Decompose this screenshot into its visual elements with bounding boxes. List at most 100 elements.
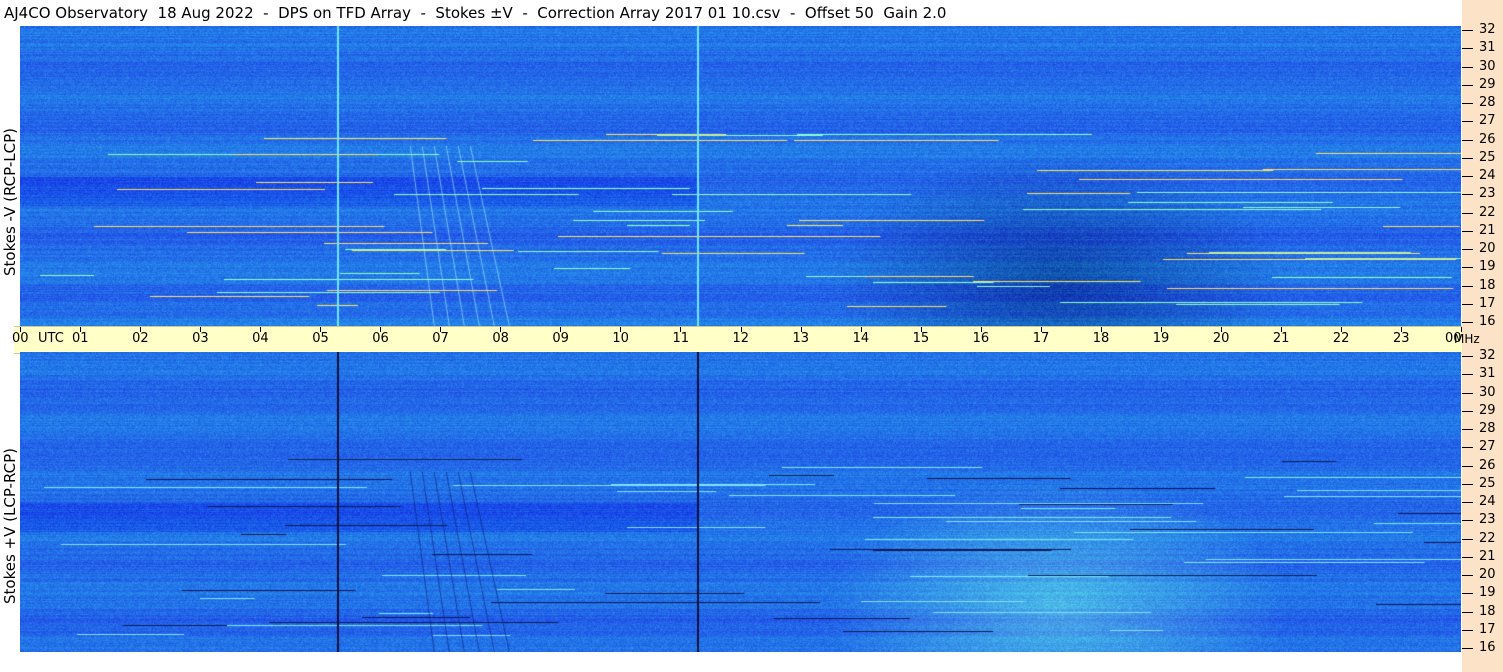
frequency-tick-mark — [1462, 611, 1473, 613]
time-tick-label: 23 — [1392, 331, 1410, 346]
frequency-tick-label: 28 — [1479, 95, 1496, 110]
frequency-tick-label: 16 — [1479, 640, 1496, 655]
chart-title: AJ4CO Observatory 18 Aug 2022 - DPS on T… — [4, 4, 947, 22]
frequency-tick-label: 17 — [1479, 295, 1496, 311]
time-tick-label: 01 — [72, 331, 89, 346]
frequency-tick-label: 18 — [1479, 603, 1496, 619]
time-tick-label: 09 — [552, 331, 569, 346]
frequency-tick-label: 24 — [1479, 494, 1496, 509]
frequency-tick-mark — [1462, 303, 1473, 305]
time-tick-label: 17 — [1032, 331, 1050, 346]
frequency-tick-mark — [1462, 629, 1473, 631]
time-tick-label: 08 — [492, 331, 509, 346]
frequency-tick-mark — [1462, 502, 1473, 503]
y-axis-label-top: Stokes -V (RCP-LCP) — [1, 128, 19, 276]
frequency-tick-label: 30 — [1479, 384, 1496, 400]
time-unit-label: UTC — [38, 331, 64, 346]
frequency-tick-mark — [1462, 356, 1473, 357]
time-tick-label: 21 — [1272, 331, 1290, 346]
frequency-tick-label: 29 — [1479, 402, 1496, 418]
y-axis-label-bottom: Stokes +V (LCP-RCP) — [1, 448, 19, 604]
frequency-tick-mark — [1462, 139, 1473, 141]
frequency-tick-mark — [1462, 121, 1473, 123]
time-tick-label: 13 — [792, 331, 810, 346]
frequency-tick-label: 31 — [1479, 366, 1496, 382]
frequency-tick-label: 23 — [1479, 186, 1496, 202]
frequency-tick-mark — [1462, 483, 1473, 485]
frequency-tick-mark — [1462, 520, 1473, 522]
time-tick-label: 10 — [612, 331, 629, 346]
frequency-tick-mark — [1462, 176, 1473, 177]
time-axis: 00 01 02 03 04 05 06 07 08 09 10 11 12 13 14 15 16 17 18 19… — [12, 326, 1462, 354]
frequency-tick-label: 26 — [1479, 131, 1496, 147]
time-tick-label: 06 — [372, 331, 389, 346]
time-tick-label: 22 — [1332, 331, 1350, 346]
frequency-tick-label: 22 — [1479, 204, 1496, 220]
frequency-tick-mark — [1462, 212, 1473, 214]
frequency-tick-mark — [1462, 285, 1473, 287]
frequency-tick-mark — [1462, 648, 1473, 649]
frequency-tick-mark — [1462, 103, 1473, 104]
time-tick-label: 07 — [432, 331, 449, 346]
frequency-tick-mark — [1462, 84, 1473, 86]
frequency-unit-label: MHz — [1454, 332, 1480, 346]
frequency-tick-label: 21 — [1479, 222, 1496, 238]
time-tick-label: 16 — [972, 331, 990, 346]
frequency-tick-mark — [1462, 593, 1473, 595]
frequency-tick-label: 25 — [1479, 149, 1496, 165]
spectrogram-top — [20, 26, 1461, 326]
spectrogram-bottom — [20, 352, 1461, 652]
time-tick-label: 03 — [192, 331, 209, 346]
frequency-tick-label: 20 — [1479, 241, 1496, 256]
frequency-tick-label: 26 — [1479, 457, 1496, 473]
frequency-tick-mark — [1462, 429, 1473, 430]
frequency-tick-label: 32 — [1479, 348, 1496, 363]
time-tick-label: 12 — [732, 331, 750, 346]
frequency-tick-label: 24 — [1479, 168, 1496, 183]
time-tick-label: 14 — [852, 331, 870, 346]
frequency-tick-mark — [1462, 465, 1473, 467]
frequency-tick-mark — [1462, 392, 1473, 394]
frequency-tick-label: 20 — [1479, 567, 1496, 582]
frequency-tick-mark — [1462, 194, 1473, 196]
frequency-tick-label: 18 — [1479, 277, 1496, 293]
frequency-tick-label: 17 — [1479, 621, 1496, 637]
frequency-tick-label: 22 — [1479, 530, 1496, 546]
frequency-tick-label: 23 — [1479, 512, 1496, 528]
frequency-tick-label: 30 — [1479, 58, 1496, 74]
frequency-tick-mark — [1462, 410, 1473, 412]
frequency-tick-label: 27 — [1479, 113, 1496, 129]
frequency-tick-label: 31 — [1479, 40, 1496, 56]
frequency-tick-mark — [1462, 249, 1473, 250]
time-tick-label: 19 — [1152, 331, 1170, 346]
time-tick-label: 00 — [12, 331, 29, 346]
frequency-tick-mark — [1462, 157, 1473, 159]
frequency-tick-mark — [1462, 447, 1473, 449]
frequency-tick-label: 25 — [1479, 475, 1496, 491]
time-tick-label: 18 — [1092, 331, 1110, 346]
time-tick-label: 15 — [912, 331, 930, 346]
spectrogram-bottom-canvas — [20, 352, 1461, 652]
frequency-tick-mark — [1462, 30, 1473, 31]
frequency-tick-label: 28 — [1479, 421, 1496, 436]
frequency-tick-label: 27 — [1479, 439, 1496, 455]
frequency-tick-label: 32 — [1479, 22, 1496, 37]
frequency-tick-mark — [1462, 267, 1473, 269]
frequency-tick-mark — [1462, 374, 1473, 376]
time-tick-label: 04 — [252, 331, 269, 346]
time-tick-label: 05 — [312, 331, 329, 346]
frequency-tick-mark — [1462, 556, 1473, 558]
frequency-tick-mark — [1462, 48, 1473, 50]
time-tick-label: 02 — [132, 331, 149, 346]
frequency-tick-mark — [1462, 322, 1473, 323]
time-tick-label: 11 — [672, 331, 689, 346]
frequency-tick-label: 29 — [1479, 76, 1496, 92]
frequency-tick-mark — [1462, 230, 1473, 232]
frequency-tick-mark — [1462, 538, 1473, 540]
frequency-tick-label: 16 — [1479, 314, 1496, 329]
frequency-tick-label: 21 — [1479, 548, 1496, 564]
time-tick-label: 20 — [1212, 331, 1230, 346]
spectrogram-top-canvas — [20, 26, 1461, 326]
frequency-tick-mark — [1462, 66, 1473, 68]
frequency-tick-mark — [1462, 575, 1473, 576]
